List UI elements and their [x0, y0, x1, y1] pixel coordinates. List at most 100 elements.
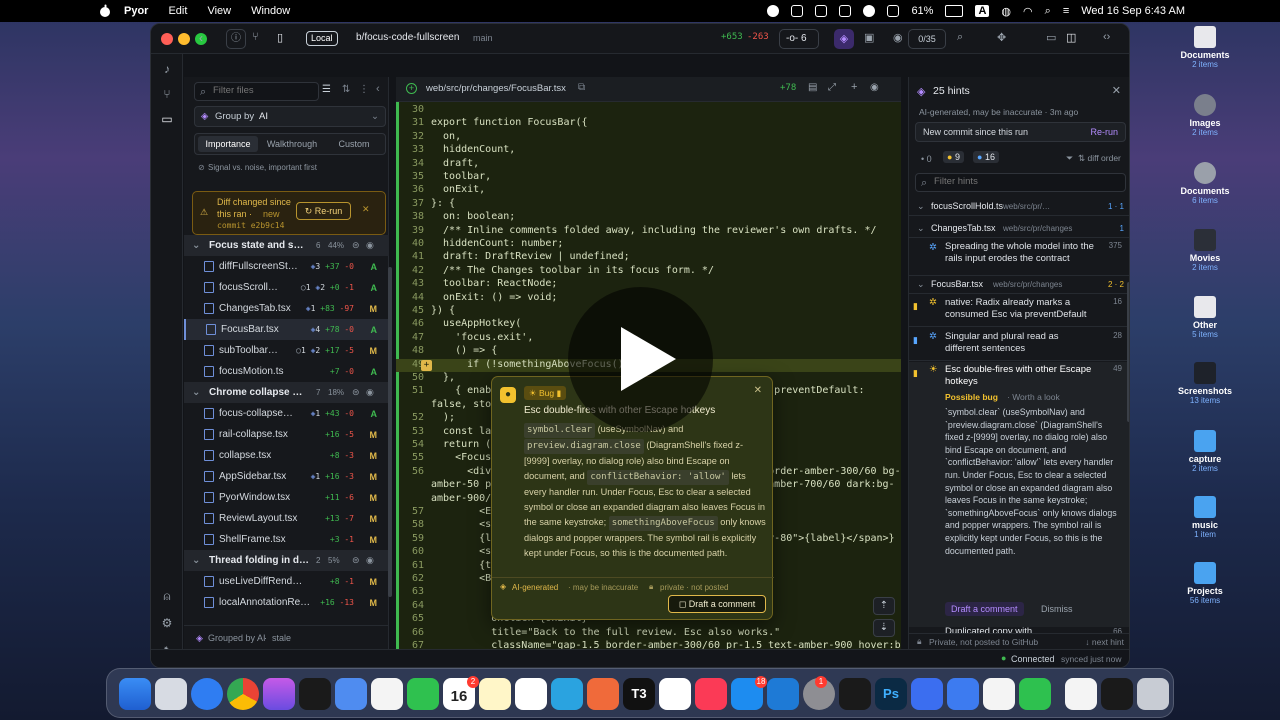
- hint-file-group[interactable]: ⌄ ChangesTab.tsx web/src/pr/changes 1: [909, 219, 1129, 238]
- simulator-icon[interactable]: [911, 678, 943, 710]
- file-group-header[interactable]: ⌄ Thread folding in d… 2 5% ⊜ ◉: [184, 550, 389, 571]
- next-hint-link[interactable]: ↓ next hint: [1085, 637, 1124, 647]
- desktop-item[interactable]: music 1 item: [1130, 496, 1280, 539]
- wifi-icon[interactable]: ◠: [1023, 5, 1033, 18]
- terminal-icon[interactable]: [1101, 678, 1133, 710]
- eye-icon[interactable]: ◉: [366, 387, 374, 398]
- code-line[interactable]: 30: [396, 104, 901, 117]
- clipboard-icon[interactable]: ▤: [808, 82, 817, 93]
- copy-icon[interactable]: ⧉: [578, 82, 585, 93]
- file-group-header[interactable]: ⌄ Focus state and s… 6 44% ⊜ ◉: [184, 235, 389, 256]
- layout-split-icon[interactable]: ◫: [1066, 31, 1076, 44]
- count-blue[interactable]: ● 16: [973, 151, 999, 163]
- facetime-icon[interactable]: [407, 678, 439, 710]
- code-line[interactable]: 66 title="Back to the full review. Esc a…: [396, 627, 901, 640]
- eye-icon[interactable]: ◉: [366, 555, 374, 566]
- prev-hunk-icon[interactable]: ⇡: [873, 597, 895, 615]
- code-line[interactable]: 40 hiddenCount: number;: [396, 238, 901, 251]
- commits-button[interactable]: -o- 6: [779, 29, 819, 49]
- desktop-item[interactable]: Screenshots 13 items: [1130, 362, 1280, 405]
- file-tree-item[interactable]: focusScroll… ◯1 ◈2 +0 -1 A: [184, 277, 389, 298]
- desktop-item[interactable]: Documents 2 items: [1130, 26, 1280, 69]
- desktop-item[interactable]: Other 5 items: [1130, 296, 1280, 339]
- viewed-progress[interactable]: 0/35: [908, 29, 946, 49]
- spreadsheet-icon[interactable]: [983, 678, 1015, 710]
- file-tree-item[interactable]: AppSidebar.tsx ◈1 +16 -3 M: [184, 466, 389, 487]
- hints-scrollbar[interactable]: [1127, 282, 1129, 422]
- music-icon[interactable]: [695, 678, 727, 710]
- code-line[interactable]: 37}: {: [396, 198, 901, 211]
- file-icon[interactable]: ▯: [277, 31, 283, 44]
- search-icon[interactable]: ⌕: [957, 31, 963, 44]
- file-tree-item[interactable]: ReviewLayout.tsx +13 -7 M: [184, 508, 389, 529]
- list-view-icon[interactable]: ☰: [322, 84, 331, 95]
- file-tree-item[interactable]: subToolbar… ◯1 ◈2 +17 -5 M: [184, 340, 389, 361]
- ai-hints-toggle-icon[interactable]: ◈: [834, 29, 854, 49]
- hint-file-group[interactable]: ⌄ focusScrollHold.ts web/src/pr/… 1 · 1: [909, 197, 1129, 216]
- rerun-button[interactable]: ↻ Re-run: [296, 202, 351, 220]
- file-tree-item[interactable]: PyorWindow.tsx +11 -6 M: [184, 487, 389, 508]
- view-menu[interactable]: View: [207, 5, 231, 17]
- draft-comment-button[interactable]: Draft a comment: [945, 602, 1024, 616]
- move-icon[interactable]: ✥: [997, 31, 1006, 44]
- sidebar-scrollbar[interactable]: [388, 267, 392, 597]
- add-app-icon[interactable]: [1019, 678, 1051, 710]
- dismiss-button[interactable]: Dismiss: [1041, 604, 1073, 614]
- eye-icon[interactable]: ◉: [366, 240, 374, 251]
- t3-chat-icon[interactable]: T3: [623, 678, 655, 710]
- sort-icon[interactable]: ⇅: [342, 84, 350, 95]
- record-icon[interactable]: [767, 5, 780, 17]
- code-icon[interactable]: ‹›: [1103, 31, 1110, 43]
- filter-hints-field[interactable]: [934, 176, 1114, 187]
- clock[interactable]: Wed 16 Sep 6:43 AM: [1081, 5, 1185, 17]
- desktop-item[interactable]: capture 2 items: [1130, 430, 1280, 473]
- control-icon[interactable]: [887, 5, 900, 17]
- layout-single-icon[interactable]: ▭: [1046, 31, 1056, 44]
- eye-icon[interactable]: ◉: [870, 82, 879, 93]
- bitwarden-icon[interactable]: [947, 678, 979, 710]
- file-tree-item[interactable]: FocusBar.tsx ◈4 +78 -0 A: [184, 319, 389, 340]
- gear-icon[interactable]: ⚙: [160, 616, 174, 630]
- input-source[interactable]: A: [975, 5, 990, 17]
- search-icon[interactable]: ⌕: [1045, 5, 1051, 18]
- code-line[interactable]: 33 hiddenCount,: [396, 144, 901, 157]
- code-line[interactable]: 67 className="gap-1.5 border-amber-300/6…: [396, 640, 901, 649]
- next-hunk-icon[interactable]: ⇣: [873, 619, 895, 637]
- file-tree-item[interactable]: focusMotion.ts +7 -0 A: [184, 361, 389, 382]
- shortcuts-icon[interactable]: [263, 678, 295, 710]
- file-tree-item[interactable]: useLiveDiffRend… +8 -1 M: [184, 571, 389, 592]
- filter-icon[interactable]: ⏷: [1066, 153, 1073, 164]
- code-line[interactable]: 36 onExit,: [396, 184, 901, 197]
- git-icon[interactable]: ⑂: [160, 87, 174, 101]
- mail-icon[interactable]: [335, 678, 367, 710]
- hint-file-group[interactable]: ⌄ FocusBar.tsx web/src/pr/changes 2 · 2: [909, 275, 1129, 294]
- close-window-button[interactable]: [161, 33, 173, 45]
- file-tree-item[interactable]: ShellFrame.tsx +3 -1 M: [184, 529, 389, 550]
- diff-order-toggle[interactable]: ⇅ diff order: [1078, 153, 1121, 164]
- finder-icon[interactable]: [119, 678, 151, 710]
- vscode-icon[interactable]: [767, 678, 799, 710]
- add-comment-icon[interactable]: +: [421, 359, 432, 371]
- file-group-header[interactable]: ⌄ Chrome collapse … 7 18% ⊜ ◉: [184, 382, 389, 403]
- battery-icon[interactable]: [945, 5, 964, 17]
- s-app-icon[interactable]: [815, 5, 828, 17]
- tab-walkthrough[interactable]: Walkthrough: [262, 136, 322, 152]
- draft-comment-button[interactable]: ◻ Draft a comment: [668, 595, 766, 613]
- toggle-icon[interactable]: [863, 5, 876, 17]
- add-icon[interactable]: +: [851, 81, 857, 93]
- discussion-icon[interactable]: ⊜: [352, 240, 360, 251]
- code-line[interactable]: 41 draft: DraftReview | undefined;: [396, 251, 901, 264]
- info-icon[interactable]: ⓘ: [226, 29, 246, 49]
- tab-importance[interactable]: Importance: [198, 136, 258, 152]
- telegram-icon[interactable]: [551, 678, 583, 710]
- expand-icon[interactable]: ⤢: [828, 82, 836, 93]
- file-tree-item[interactable]: localAnnotationRe… +16 -13 M: [184, 592, 389, 613]
- desktop-item[interactable]: Images 2 items: [1130, 94, 1280, 137]
- control-center-icon[interactable]: ≡: [1063, 5, 1069, 17]
- user-icon[interactable]: ◍: [1001, 5, 1011, 18]
- desktop-item[interactable]: Movies 2 items: [1130, 229, 1280, 272]
- code-line[interactable]: 31 export function FocusBar({: [396, 117, 901, 130]
- voice-memos-icon[interactable]: [299, 678, 331, 710]
- comments-icon[interactable]: ▣: [864, 31, 874, 44]
- user-icon[interactable]: ⍝: [160, 589, 174, 603]
